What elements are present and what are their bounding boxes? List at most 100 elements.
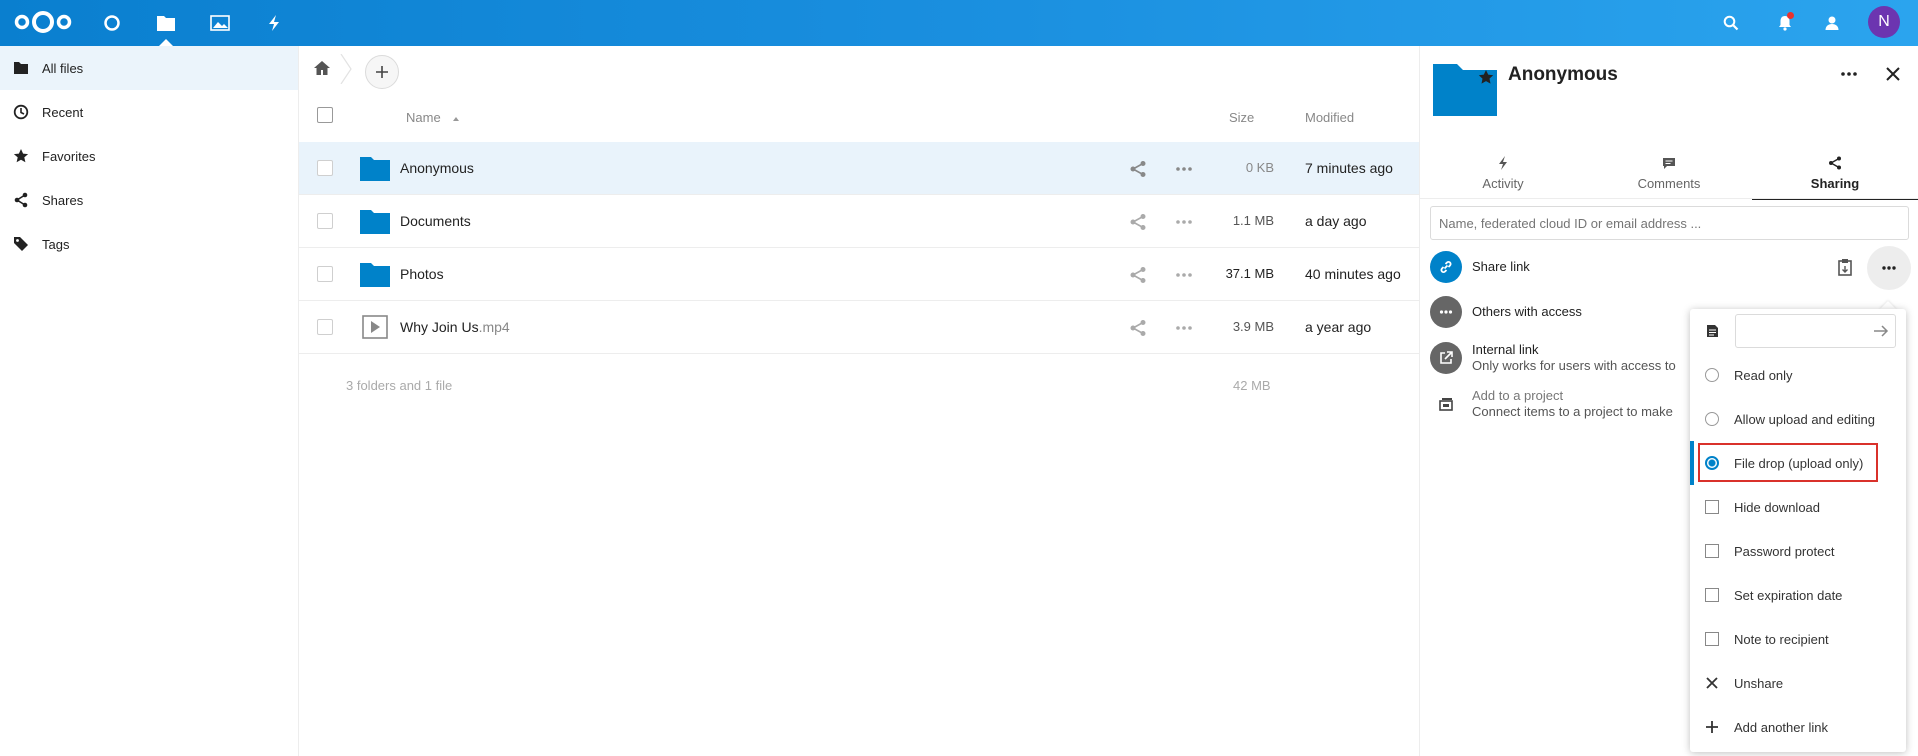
clipboard-icon[interactable] — [1836, 258, 1854, 276]
menu-item-note-to-recipient[interactable]: Note to recipient — [1690, 617, 1906, 661]
file-summary-size: 42 MB — [1233, 378, 1271, 393]
link-label-input[interactable] — [1735, 314, 1896, 348]
folder-icon — [0, 61, 42, 75]
text-icon — [1690, 324, 1734, 338]
share-icon[interactable] — [1128, 159, 1148, 179]
radio-button[interactable] — [1705, 368, 1719, 382]
sidebar-item-label: All files — [42, 60, 84, 76]
contacts-icon[interactable] — [1817, 8, 1847, 38]
file-size: 37.1 MB — [1225, 266, 1274, 281]
file-summary: 3 folders and 1 file — [346, 378, 453, 393]
table-row[interactable]: Why Join Us.mp4 3.9 MB a year ago — [299, 301, 1419, 354]
dashboard-app-icon[interactable] — [97, 8, 127, 38]
file-size: 3.9 MB — [1232, 319, 1274, 334]
plus-icon — [1690, 721, 1734, 733]
file-name[interactable]: Why Join Us.mp4 — [400, 319, 510, 335]
file-size: 0 KB — [1245, 160, 1274, 175]
active-item-indicator — [1690, 441, 1694, 485]
share-icon — [1752, 156, 1918, 176]
file-modified: a year ago — [1305, 319, 1372, 335]
sidebar-item-recent[interactable]: Recent — [0, 90, 298, 134]
home-icon[interactable] — [312, 58, 332, 78]
folder-icon — [360, 157, 390, 181]
file-size: 1.1 MB — [1232, 213, 1274, 228]
search-icon[interactable] — [1716, 8, 1746, 38]
menu-item-set-expiration-date[interactable]: Set expiration date — [1690, 573, 1906, 617]
sidebar-item-label: Favorites — [42, 148, 96, 164]
link-label-row — [1690, 309, 1906, 353]
sidebar-item-label: Recent — [42, 104, 84, 120]
active-app-indicator — [159, 39, 173, 46]
tabs-divider — [1420, 198, 1918, 199]
projects-icon — [1430, 388, 1462, 420]
row-checkbox[interactable] — [317, 266, 333, 282]
file-name[interactable]: Anonymous — [400, 160, 474, 176]
checkbox[interactable] — [1705, 544, 1719, 558]
menu-item-hide-download[interactable]: Hide download — [1690, 485, 1906, 529]
more-actions-icon[interactable] — [1174, 159, 1194, 179]
breadcrumb-separator — [340, 54, 352, 84]
share-icon[interactable] — [1128, 318, 1148, 338]
row-checkbox[interactable] — [317, 213, 333, 229]
comment-icon — [1586, 156, 1752, 176]
video-file-icon — [362, 315, 388, 339]
sidebar-item-shares[interactable]: Shares — [0, 178, 298, 222]
column-header-size[interactable]: Size — [1229, 110, 1254, 130]
internal-link-label: Internal link — [1472, 342, 1539, 357]
table-row[interactable]: Anonymous 0 KB 7 minutes ago — [299, 142, 1419, 195]
sidebar-item-favorites[interactable]: Favorites — [0, 134, 298, 178]
file-modified: 40 minutes ago — [1305, 266, 1401, 282]
row-checkbox[interactable] — [317, 319, 333, 335]
checkbox[interactable] — [1705, 588, 1719, 602]
menu-item-allow-upload-editing[interactable]: Allow upload and editing — [1690, 397, 1906, 441]
files-app-icon[interactable] — [151, 8, 181, 38]
file-list-area: Name Size Modified Anonymous 0 KB 7 minu… — [299, 46, 1419, 756]
sidebar-item-label: Shares — [42, 192, 84, 208]
menu-item-read-only[interactable]: Read only — [1690, 353, 1906, 397]
nextcloud-logo-icon[interactable] — [12, 7, 74, 37]
share-link-menu-button[interactable] — [1867, 246, 1911, 290]
tab-sharing[interactable]: Sharing — [1752, 152, 1918, 200]
more-actions-icon[interactable] — [1837, 62, 1861, 86]
select-all-checkbox[interactable] — [317, 107, 333, 123]
new-file-button[interactable] — [365, 55, 399, 89]
share-icon[interactable] — [1128, 265, 1148, 285]
table-row[interactable]: Documents 1.1 MB a day ago — [299, 195, 1419, 248]
menu-item-add-another-link[interactable]: Add another link — [1690, 705, 1906, 749]
more-actions-icon[interactable] — [1174, 212, 1194, 232]
sort-ascending-icon — [453, 117, 460, 121]
user-avatar[interactable]: N — [1868, 6, 1900, 38]
more-actions-icon — [1882, 266, 1896, 270]
navigation-sidebar: All files Recent Favorites Shares Tags — [0, 46, 299, 756]
more-actions-icon[interactable] — [1174, 265, 1194, 285]
share-with-input[interactable] — [1430, 206, 1909, 240]
radio-button[interactable] — [1705, 412, 1719, 426]
file-name[interactable]: Photos — [400, 266, 444, 282]
tab-activity[interactable]: Activity — [1420, 152, 1586, 200]
photos-app-icon[interactable] — [205, 8, 235, 38]
tab-comments[interactable]: Comments — [1586, 152, 1752, 200]
share-icon[interactable] — [1128, 212, 1148, 232]
checkbox[interactable] — [1705, 500, 1719, 514]
row-checkbox[interactable] — [317, 160, 333, 176]
menu-item-password-protect[interactable]: Password protect — [1690, 529, 1906, 573]
panel-title: Anonymous — [1508, 64, 1618, 85]
column-header-modified[interactable]: Modified — [1305, 110, 1354, 130]
file-modified: 7 minutes ago — [1305, 160, 1393, 176]
arrow-right-icon[interactable] — [1873, 324, 1889, 338]
activity-app-icon[interactable] — [259, 8, 289, 38]
column-header-name[interactable]: Name — [406, 110, 460, 130]
sidebar-item-tags[interactable]: Tags — [0, 222, 298, 266]
close-icon[interactable] — [1881, 62, 1905, 86]
notifications-bell-icon[interactable] — [1770, 8, 1800, 38]
highlight-annotation-box — [1698, 443, 1878, 482]
checkbox[interactable] — [1705, 632, 1719, 646]
table-row[interactable]: Photos 37.1 MB 40 minutes ago — [299, 248, 1419, 301]
share-link-label: Share link — [1472, 259, 1530, 274]
star-icon — [0, 148, 42, 164]
lightning-icon — [1420, 156, 1586, 176]
more-actions-icon[interactable] — [1174, 318, 1194, 338]
menu-item-unshare[interactable]: Unshare — [1690, 661, 1906, 705]
sidebar-item-all-files[interactable]: All files — [0, 46, 298, 90]
file-name[interactable]: Documents — [400, 213, 471, 229]
